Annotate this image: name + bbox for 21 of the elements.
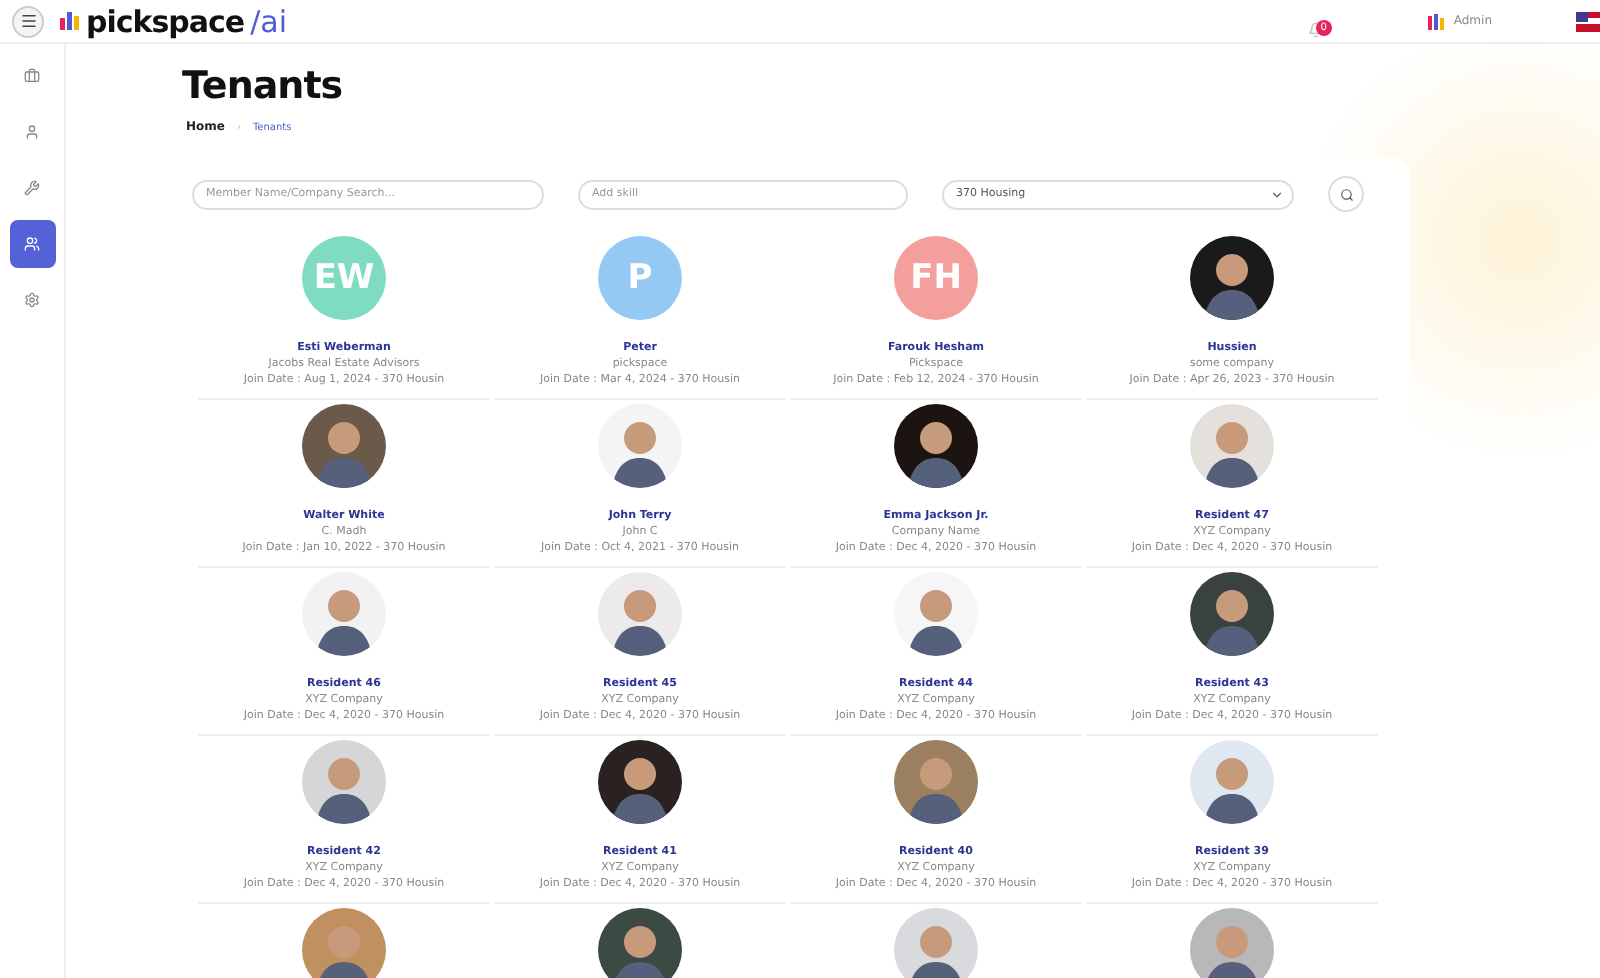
- settings-icon: [24, 292, 40, 308]
- menu-icon: [19, 12, 37, 30]
- caret-icon: [1270, 187, 1284, 201]
- flag-icon[interactable]: [1576, 11, 1600, 31]
- search-button[interactable]: [1328, 176, 1364, 212]
- users-icon: [24, 236, 40, 252]
- initials-avatar: FH: [894, 236, 978, 320]
- page-title: Tenants: [182, 64, 343, 108]
- user-icon: [24, 124, 40, 140]
- bars-logo-icon: [1427, 13, 1446, 29]
- wrench-icon: [24, 180, 40, 196]
- bars-logo-icon: [60, 12, 80, 30]
- search-icon: [1339, 187, 1353, 201]
- sidebar-item[interactable]: [9, 220, 55, 268]
- initials-avatar: EW: [302, 236, 386, 320]
- brand-name: pickspace: [86, 3, 245, 39]
- initials-avatar: P: [598, 236, 682, 320]
- menu-button[interactable]: [12, 5, 44, 37]
- brand-suffix: /ai: [250, 3, 288, 39]
- briefcase-icon: [24, 68, 40, 84]
- bell-icon: [1307, 21, 1324, 37]
